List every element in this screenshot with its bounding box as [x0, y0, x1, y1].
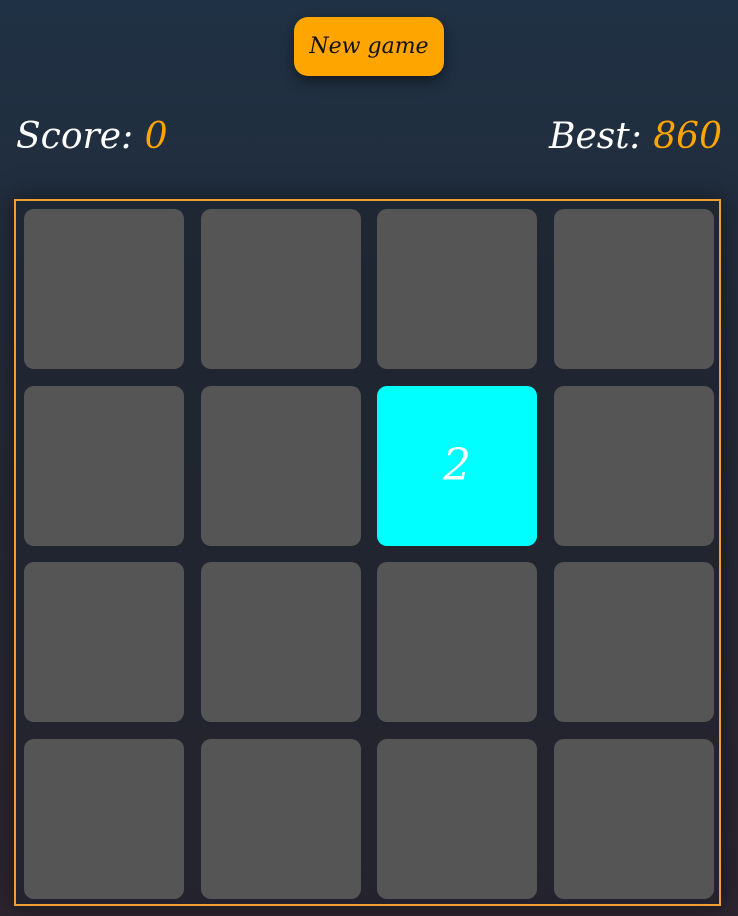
best-score-display: Best: 860 [549, 116, 722, 157]
empty-cell [553, 738, 714, 899]
score-display: Score: 0 [16, 116, 168, 157]
empty-cell [377, 738, 537, 899]
tile-2: 2 [377, 385, 537, 546]
score-label: Score: [16, 115, 134, 157]
empty-cell [200, 562, 361, 722]
score-row: Score: 0 Best: 860 [16, 110, 722, 162]
empty-cell [377, 209, 537, 369]
empty-cell [200, 385, 361, 546]
empty-cell [24, 562, 184, 722]
empty-cell [200, 209, 361, 369]
game-board[interactable]: 2 [14, 199, 721, 906]
empty-cell [200, 738, 361, 899]
empty-cell [24, 385, 184, 546]
empty-cell [24, 209, 184, 369]
empty-cell [24, 738, 184, 899]
empty-cell [553, 385, 714, 546]
best-label: Best: [548, 115, 642, 157]
new-game-button[interactable]: New game [294, 17, 444, 76]
empty-cell [553, 562, 714, 722]
empty-cell [377, 562, 537, 722]
empty-cell [553, 209, 714, 369]
score-value: 0 [144, 115, 168, 157]
best-value: 860 [653, 115, 722, 157]
